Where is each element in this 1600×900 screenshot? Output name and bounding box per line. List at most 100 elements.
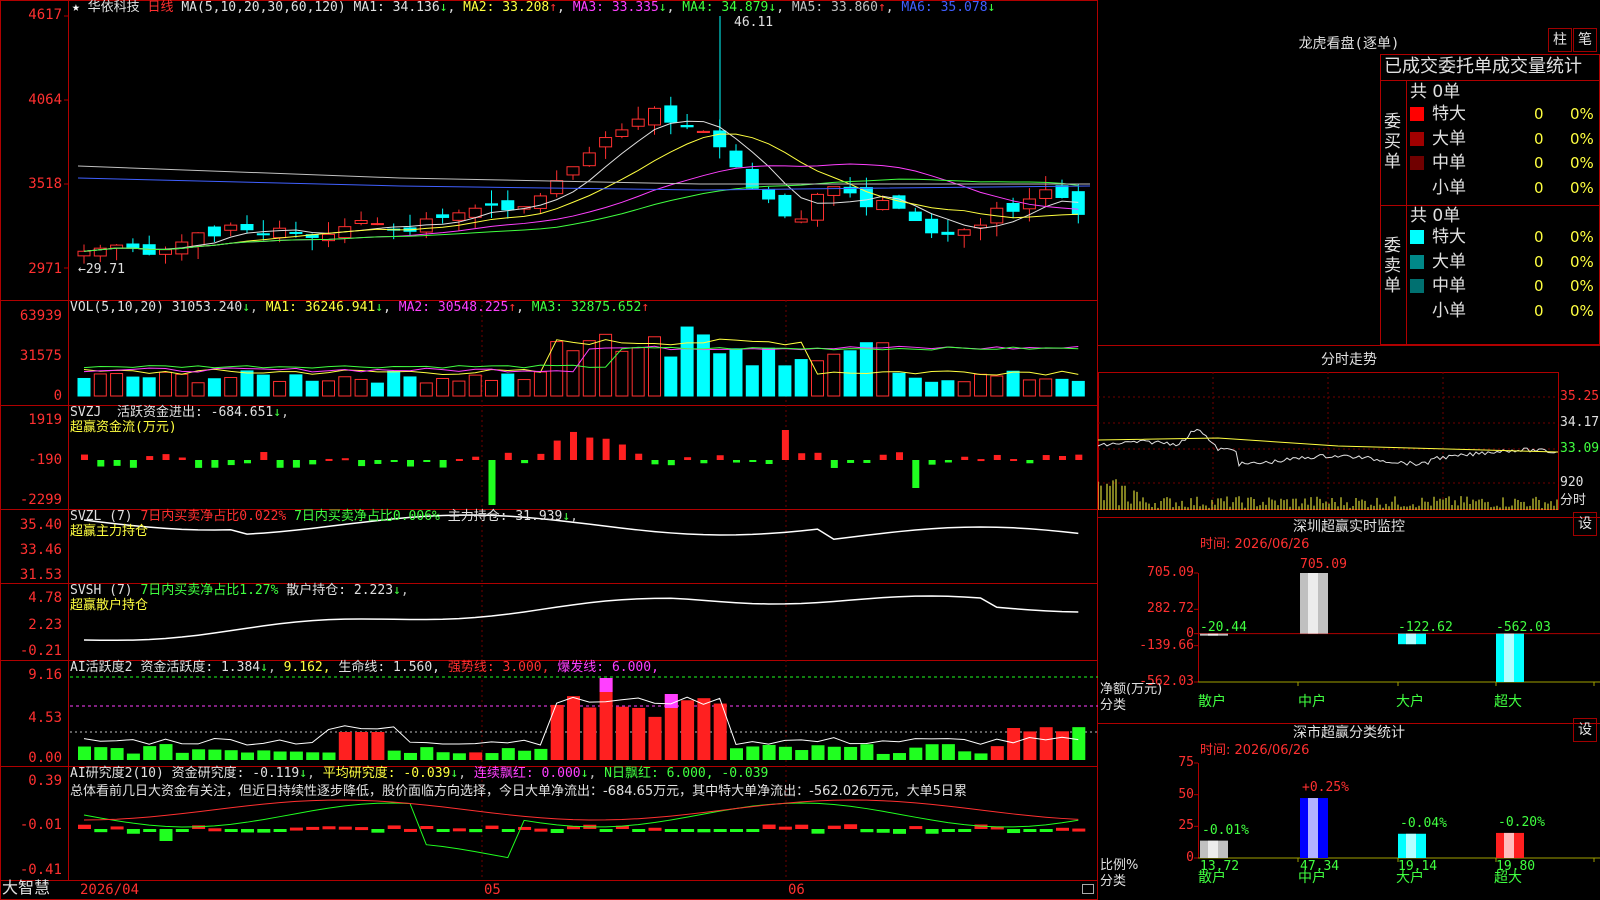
volume-bar [289,374,303,397]
period-label: 日线 [147,0,174,15]
activity-bar [941,744,955,760]
order-size-label: 大单 [1432,128,1466,149]
research-bar [143,829,157,832]
activity-bar [1039,727,1053,760]
svzl-sub: 超赢主力持仓 [70,524,149,539]
activity-bar [648,716,662,760]
chart-area[interactable]: ★ 华依科技 日线 MA(5,10,20,30,60,120) MA1: 34.… [0,0,1098,900]
candle [1006,202,1020,212]
volume-bar [745,365,759,397]
ai-active-t1: 资金活跃度: 1.384 [140,660,261,675]
ai-active-ytick: 0.00 [28,750,62,766]
candle [273,227,287,239]
classify-settings-button[interactable]: 设 [1573,718,1597,742]
volume-bar [696,334,710,397]
research-bar [371,829,385,833]
bar-highlight [1308,798,1318,858]
color-swatch [1410,180,1424,195]
bar-label: -0.01% [1202,822,1249,838]
flow-bar [195,460,203,468]
ai-active-t4: 强势线: 3.000, [447,660,550,675]
research-bar [909,826,923,830]
bar-value-label: 19.80 [1496,859,1536,874]
research-bar [648,827,662,831]
research-bar [795,824,809,829]
star-icon: ★ [72,0,80,15]
candle [1071,191,1085,215]
ai-research-ytick: -0.01 [19,817,62,833]
activity-bar [778,746,792,760]
activity-bar [583,707,597,760]
ma-value: MA3: 33.335 [564,0,659,15]
volume-bar [941,380,955,397]
vol-title: VOL(5,10,20) [70,300,164,315]
research-bar [1039,829,1053,832]
flow-bar [896,452,903,460]
activity-bar [306,752,320,760]
intraday-time-label: 分时 [1560,493,1587,508]
volume-bar [517,379,531,397]
color-swatch [1410,303,1424,318]
activity-bar [860,744,874,760]
buy-total: 共 0单 [1410,82,1461,102]
activity-bar [746,746,760,760]
flow-bar [993,454,1001,460]
flow-bar [81,454,88,460]
activity-bar [1023,731,1037,760]
ma-value: MA6: 35.078 [893,0,988,15]
volume-bar [615,350,629,397]
svsh-ytick: -0.21 [19,643,62,659]
flow-bar [749,460,757,462]
candle [599,137,613,148]
order-count: 0 [1534,129,1544,148]
vol-ma-value: MA3: 32875.652 [523,300,642,315]
research-bar [550,829,564,834]
volume-bar [631,347,645,397]
activity-bar [844,746,858,760]
volume-bar [501,373,515,397]
chart-canvas[interactable] [0,0,1098,900]
stock-name: 华依科技 [87,0,140,15]
tick-mode-button[interactable]: 笔 [1573,28,1597,52]
y-tick: 705.09 [1147,565,1194,580]
volume-bar [338,376,352,397]
lock-icon[interactable] [1082,884,1094,894]
flow-bar [1075,454,1083,460]
intraday-price-tick: 34.17 [1560,415,1600,430]
activity-line [83,696,1079,746]
activity-bar [876,753,890,760]
candle [908,211,922,222]
flow-bar [292,460,300,468]
ma-arrow: ↓ [987,0,996,15]
svsh-sub: 超赢散户持仓 [70,598,149,613]
volume-bar [485,379,498,397]
research-bar [1072,828,1086,832]
ai-research-t2: 平均研究度: -0.039 [322,766,451,781]
activity-bar [257,750,271,760]
order-size-label: 中单 [1432,276,1466,296]
column-mode-button[interactable]: 柱 [1548,28,1572,52]
candle [631,118,645,127]
vol-ytick: 31575 [19,348,62,364]
flow-bar [602,438,610,460]
volume-bar [1006,370,1020,397]
research-bar [664,829,678,832]
flow-bar [407,460,414,467]
research-bar [208,828,222,832]
activity-bar [322,752,336,760]
flow-bar [455,458,463,461]
order-count: 0 [1534,277,1544,295]
activity-bar [795,750,809,760]
flow-bar [586,437,594,460]
candle [289,231,303,234]
sep: , [383,300,391,315]
color-swatch [1410,107,1424,121]
classify-x-unit: 分类 [1100,874,1127,889]
ai-active-t2: 9.162, [283,660,331,675]
monitor-settings-button[interactable]: 设 [1573,512,1597,536]
candle [256,233,270,236]
sell-side-label: 委卖单 [1384,236,1401,296]
ai-research-title: AI研究度2(10) [70,766,164,781]
research-bar [322,826,336,830]
activity-bar [811,745,825,760]
